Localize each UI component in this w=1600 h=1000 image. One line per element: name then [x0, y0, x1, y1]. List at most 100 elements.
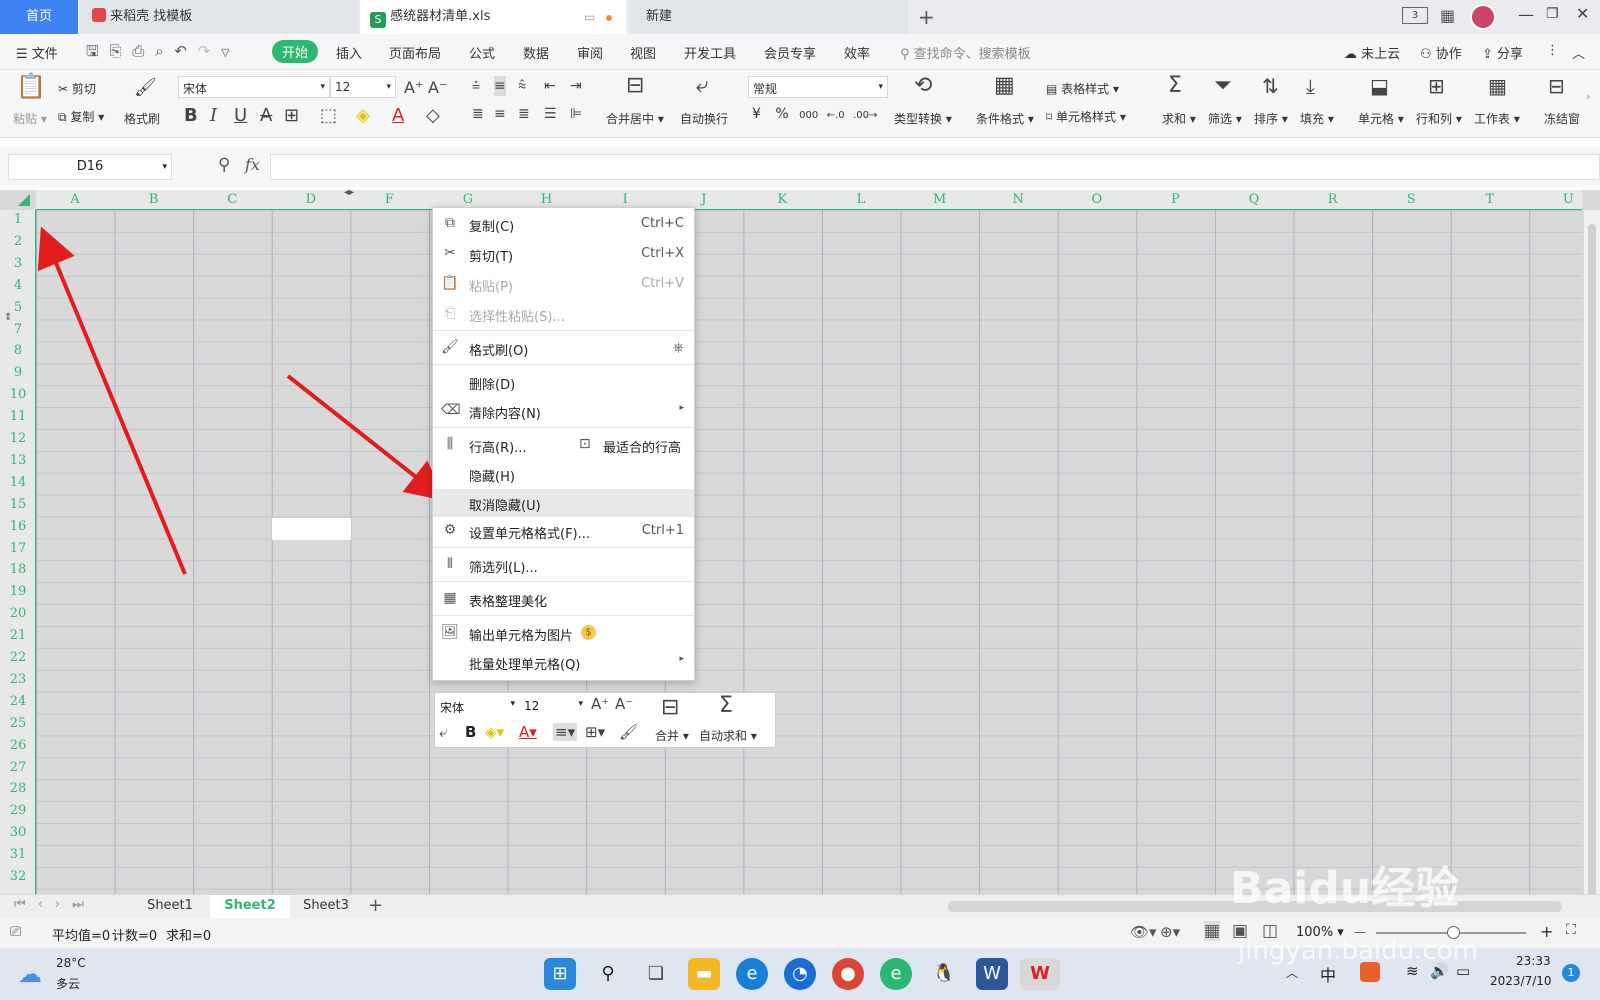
ctx-clear-contents[interactable]: ⌫ 清除内容(N) ▸ — [433, 399, 694, 423]
name-box[interactable]: D16 ▾ — [8, 154, 172, 180]
menu-tab-start[interactable]: 开始 — [272, 40, 319, 63]
sum-button[interactable]: 求和 ▾ — [1162, 110, 1196, 127]
ctx-table-beautify[interactable]: ▦ 表格整理美化 — [433, 587, 694, 611]
freeze-button[interactable]: 冻结窗 — [1544, 110, 1580, 127]
align-left-icon[interactable]: ≣ — [472, 104, 484, 124]
sheet-nav-arrows[interactable]: ⏮‹›⏭ — [14, 897, 96, 912]
mini-autosum-button[interactable]: 自动求和 ▾ — [699, 727, 757, 744]
mini-wrap-icon[interactable]: ⤶ — [439, 723, 447, 741]
clock-date[interactable]: 2023/7/10 — [1490, 974, 1552, 988]
tab-home[interactable]: 首页 — [0, 0, 78, 34]
weather-temp[interactable]: 28°C — [56, 956, 86, 970]
align-center-icon[interactable]: ≡ — [494, 104, 506, 124]
crosshair-icon[interactable]: ⊕▾ — [1160, 923, 1180, 941]
zoom-in-icon[interactable]: + — [1540, 922, 1553, 941]
monitor-icon[interactable]: ▭ — [584, 0, 595, 34]
fill-button[interactable]: 填充 ▾ — [1300, 110, 1334, 127]
clock-time[interactable]: 23:33 — [1516, 954, 1551, 968]
ctx-paste-special[interactable]: ⎗ 选择性粘贴(S)... — [433, 302, 694, 326]
mini-font-color-icon[interactable]: A▾ — [519, 723, 537, 741]
menu-tab-member[interactable]: 会员专享 — [764, 43, 816, 62]
fullscreen-icon[interactable]: ⛶ — [1566, 922, 1576, 938]
print-preview-icon[interactable]: ⌕ — [155, 42, 163, 60]
row-col-button[interactable]: 行和列 ▾ — [1416, 110, 1462, 127]
ctx-unhide[interactable]: 取消隐藏(U) — [433, 489, 694, 517]
copy-button[interactable]: ⧉ 复制 ▾ — [58, 108, 104, 125]
align-bottom-icon[interactable]: ⩯ — [518, 76, 526, 96]
file-explorer-icon[interactable]: ▬ — [688, 958, 720, 990]
increase-font-icon[interactable]: A⁺ — [404, 78, 423, 98]
wps-icon[interactable]: W — [1020, 958, 1060, 990]
user-avatar[interactable] — [1470, 4, 1496, 30]
share-button[interactable]: ⇪ 分享 — [1482, 43, 1523, 62]
last-sheet-icon[interactable]: ⏭ — [72, 897, 96, 912]
indent-increase-icon[interactable]: ⇥ — [570, 76, 582, 96]
currency-icon[interactable]: ¥ — [752, 106, 761, 122]
merge-center-button[interactable]: 合并居中 ▾ — [606, 110, 664, 127]
table-style-button[interactable]: ▤ 表格样式 ▾ — [1046, 80, 1119, 97]
cloud-status-button[interactable]: ☁ 未上云 — [1344, 43, 1400, 62]
shading-icon[interactable]: ⬚ — [320, 106, 337, 126]
edge-dev-icon[interactable]: ◔ — [784, 958, 816, 990]
cell-button[interactable]: 单元格 ▾ — [1358, 110, 1404, 127]
worksheet-button[interactable]: 工作表 ▾ — [1474, 110, 1520, 127]
align-right-icon[interactable]: ≣ — [518, 104, 530, 124]
search-taskbar-icon[interactable]: ⚲ — [592, 958, 624, 990]
clear-format-icon[interactable]: ◇ — [426, 106, 440, 126]
mini-increase-font-icon[interactable]: A⁺ — [591, 695, 609, 713]
formula-input[interactable] — [270, 154, 1600, 180]
type-convert-button[interactable]: 类型转换 ▾ — [894, 110, 952, 127]
collab-button[interactable]: ⚇ 协作 — [1420, 43, 1462, 62]
sheet-tab-3[interactable]: Sheet3 — [290, 895, 362, 918]
ctx-format-painter[interactable]: 🖌 格式刷(O) ⎈ — [433, 336, 694, 360]
filter-button[interactable]: 筛选 ▾ — [1208, 110, 1242, 127]
paste-button[interactable]: 粘贴 ▾ — [13, 110, 47, 127]
ctx-batch-process[interactable]: 批量处理单元格(Q) ▸ — [433, 650, 694, 674]
fill-color-icon[interactable]: ◈ — [356, 106, 370, 126]
mini-format-painter-icon[interactable]: 🖌 — [619, 723, 638, 741]
menu-tab-developer[interactable]: 开发工具 — [684, 43, 736, 62]
more-options-icon[interactable]: ⋮ — [1546, 43, 1559, 58]
task-view-icon[interactable]: ❏ — [640, 958, 672, 990]
new-tab-plus-icon[interactable]: + — [918, 0, 935, 34]
thousands-icon[interactable]: 000 — [799, 110, 818, 121]
mini-bold-icon[interactable]: B — [465, 723, 476, 741]
menu-tab-formula[interactable]: 公式 — [469, 43, 495, 62]
percent-icon[interactable]: % — [775, 106, 788, 122]
number-format-select[interactable]: 常规 ▾ — [748, 76, 888, 98]
command-search[interactable]: ⚲ 查找命令、搜索模板 — [900, 43, 1031, 62]
ctx-export-image[interactable]: 🖼 输出单元格为图片 $ — [433, 621, 694, 645]
align-top-icon[interactable]: ⩮ — [472, 76, 480, 96]
font-name-select[interactable]: 宋体 ▾ — [178, 76, 330, 98]
minimize-icon[interactable]: — — [1518, 5, 1534, 24]
qq-icon[interactable]: 🐧 — [928, 958, 960, 990]
ctx-filter-column[interactable]: ⫴ 筛选列(L)... — [433, 553, 694, 577]
wrap-text-button[interactable]: 自动换行 — [680, 110, 728, 127]
strikethrough-icon[interactable]: A — [260, 106, 272, 126]
decrease-font-icon[interactable]: A⁻ — [428, 78, 447, 98]
menu-tab-insert[interactable]: 插入 — [336, 43, 362, 62]
print-icon[interactable]: ⎙ — [132, 42, 144, 60]
customize-chevron-icon[interactable]: ▽ — [221, 46, 229, 59]
cell-style-button[interactable]: ⌑ 单元格样式 ▾ — [1046, 108, 1126, 125]
next-sheet-icon[interactable]: › — [55, 897, 72, 912]
zoom-lookup-icon[interactable]: ⚲ — [218, 155, 230, 175]
ctx-hide[interactable]: 隐藏(H) — [433, 462, 694, 486]
prev-sheet-icon[interactable]: ‹ — [38, 897, 55, 912]
borders-icon[interactable]: ⊞ — [284, 106, 299, 126]
save-icon[interactable]: 🖫 — [86, 42, 99, 60]
number-buttons[interactable]: ¥ % 000 ←.0 .00→ — [752, 106, 877, 122]
menu-tab-review[interactable]: 审阅 — [577, 43, 603, 62]
notification-badge[interactable]: 1 — [1562, 964, 1580, 982]
chrome-icon[interactable]: ● — [832, 958, 864, 990]
weather-cloud-icon[interactable]: ☁ — [18, 960, 42, 988]
menu-tab-data[interactable]: 数据 — [523, 43, 549, 62]
indent-decrease-icon[interactable]: ⇤ — [544, 76, 556, 96]
mini-font-name-select[interactable]: 宋体 ▾ — [437, 696, 519, 718]
add-sheet-icon[interactable]: + — [368, 895, 383, 916]
edge-icon[interactable]: e — [736, 958, 768, 990]
paste-icon[interactable]: 📋 — [16, 74, 46, 98]
redo-icon[interactable]: ↷ — [198, 42, 211, 60]
menu-tab-efficiency[interactable]: 效率 — [844, 43, 870, 62]
menu-tab-page-layout[interactable]: 页面布局 — [389, 43, 441, 62]
